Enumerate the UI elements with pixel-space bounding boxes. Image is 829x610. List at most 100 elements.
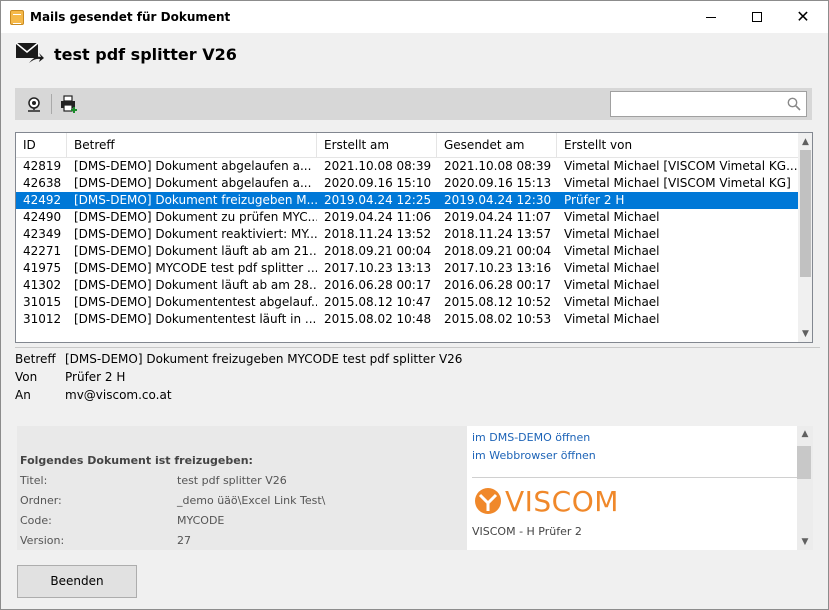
- table-cell: 42819: [23, 159, 62, 173]
- table-row[interactable]: 41302 [DMS-DEMO] Dokument läuft ab am 28.…: [16, 277, 798, 294]
- minimize-icon: [706, 16, 716, 18]
- table-cell: Vimetal Michael: [564, 210, 660, 224]
- table-cell: 42349: [23, 227, 62, 241]
- table-cell: 41975: [23, 261, 62, 275]
- search-icon: [787, 97, 801, 111]
- table-cell: 2015.08.12 10:47: [324, 295, 432, 309]
- table-row[interactable]: 42638 [DMS-DEMO] Dokument abgelaufen a...…: [16, 175, 798, 192]
- table-cell: Vimetal Michael [VISCOM Vimetal KG....: [564, 159, 798, 173]
- table-cell: Vimetal Michael: [564, 312, 660, 326]
- table-cell: Vimetal Michael: [564, 295, 660, 309]
- table-row[interactable]: 31012 [DMS-DEMO] Dokumententest läuft in …: [16, 311, 798, 328]
- preview-value-version: 27: [177, 534, 191, 547]
- table-cell: 2016.06.28 00:17: [324, 278, 432, 292]
- preview-scroll-thumb[interactable]: [797, 446, 811, 479]
- table-cell: 2016.06.28 00:17: [444, 278, 552, 292]
- table-cell: 2017.10.23 13:13: [324, 261, 432, 275]
- column-header-betreff[interactable]: Betreff: [67, 133, 317, 158]
- an-label: An: [15, 388, 31, 402]
- viscom-logo: VISCOM: [474, 484, 619, 518]
- table-row[interactable]: 31015 [DMS-DEMO] Dokumententest abgelauf.…: [16, 294, 798, 311]
- table-row[interactable]: 42819 [DMS-DEMO] Dokument abgelaufen a...…: [16, 158, 798, 175]
- table-cell: Vimetal Michael: [564, 244, 660, 258]
- preview-label-titel: Titel:: [20, 474, 48, 487]
- viscom-logo-icon: [475, 488, 501, 514]
- print-button[interactable]: [58, 93, 80, 115]
- table-cell: 2021.10.08 08:39: [444, 159, 552, 173]
- table-row[interactable]: 42271 [DMS-DEMO] Dokument läuft ab am 21.…: [16, 243, 798, 260]
- table-cell: [DMS-DEMO] Dokument zu prüfen MYC...: [74, 210, 317, 224]
- table-cell: [DMS-DEMO] Dokument reaktiviert: MY...: [74, 227, 317, 241]
- mail-preview: Folgendes Dokument ist freizugeben: Tite…: [17, 426, 813, 550]
- table-cell: 2015.08.02 10:48: [324, 312, 432, 326]
- preview-divider: [472, 477, 797, 478]
- table-body: 42819 [DMS-DEMO] Dokument abgelaufen a...…: [16, 158, 798, 328]
- table-cell: 2017.10.23 13:16: [444, 261, 552, 275]
- network-globe-icon: [28, 97, 40, 112]
- table-cell: [DMS-DEMO] Dokumententest abgelauf...: [74, 295, 317, 309]
- open-in-browser-link[interactable]: im Webbrowser öffnen: [472, 449, 596, 462]
- table-cell: [DMS-DEMO] Dokumententest läuft in ...: [74, 312, 317, 326]
- table-header: ID Betreff Erstellt am Gesendet am Erste…: [16, 133, 798, 158]
- preview-scroll-up-icon[interactable]: ▲: [797, 426, 813, 442]
- preview-scrollbar[interactable]: ▲ ▼: [797, 426, 813, 550]
- window-title: Mails gesendet für Dokument: [30, 10, 231, 24]
- preview-scroll-down-icon[interactable]: ▼: [797, 534, 813, 550]
- von-value: Prüfer 2 H: [65, 370, 126, 384]
- table-cell: [DMS-DEMO] Dokument freizugeben M...: [74, 193, 317, 207]
- table-cell: 42492: [23, 193, 62, 207]
- page-title: test pdf splitter V26: [54, 45, 237, 64]
- mails-window: Mails gesendet für Dokument ✕ test pdf s…: [0, 0, 829, 610]
- table-cell: [DMS-DEMO] Dokument abgelaufen a...: [74, 159, 312, 173]
- preview-actions: im DMS-DEMO öffnen im Webbrowser öffnen …: [467, 426, 797, 550]
- close-button[interactable]: Beenden: [17, 565, 137, 598]
- mail-table: ID Betreff Erstellt am Gesendet am Erste…: [15, 132, 813, 343]
- column-header-gesendet-am[interactable]: Gesendet am: [437, 133, 557, 158]
- table-scrollbar[interactable]: ▲ ▼: [798, 133, 812, 342]
- table-cell: [DMS-DEMO] Dokument läuft ab am 28...: [74, 278, 317, 292]
- logo-text: VISCOM: [505, 484, 619, 518]
- column-header-erstellt-am[interactable]: Erstellt am: [317, 133, 437, 158]
- preview-signature: VISCOM - H Prüfer 2: [472, 525, 582, 538]
- table-cell: 2015.08.12 10:52: [444, 295, 552, 309]
- table-cell: 2018.11.24 13:52: [324, 227, 432, 241]
- table-cell: 41302: [23, 278, 62, 292]
- table-cell: [DMS-DEMO] Dokument abgelaufen a...: [74, 176, 312, 190]
- search-input[interactable]: [610, 91, 807, 117]
- toolbar: [15, 88, 812, 120]
- column-header-erstellt-von[interactable]: Erstellt von: [557, 133, 798, 158]
- scroll-down-icon[interactable]: ▼: [798, 325, 812, 342]
- maximize-button[interactable]: [734, 1, 780, 33]
- table-row[interactable]: 42349 [DMS-DEMO] Dokument reaktiviert: MY…: [16, 226, 798, 243]
- maximize-icon: [752, 12, 762, 22]
- open-in-dms-link[interactable]: im DMS-DEMO öffnen: [472, 431, 590, 444]
- table-row[interactable]: 41975 [DMS-DEMO] MYCODE test pdf splitter…: [16, 260, 798, 277]
- preview-value-code: MYCODE: [177, 514, 225, 527]
- table-cell: 2019.04.24 12:30: [444, 193, 552, 207]
- scroll-up-icon[interactable]: ▲: [798, 133, 812, 150]
- scroll-thumb[interactable]: [800, 150, 811, 277]
- table-cell: 2019.04.24 11:07: [444, 210, 552, 224]
- title-bar: Mails gesendet für Dokument ✕: [1, 1, 828, 33]
- pane-splitter[interactable]: [15, 347, 820, 348]
- table-row[interactable]: 42490 [DMS-DEMO] Dokument zu prüfen MYC..…: [16, 209, 798, 226]
- network-button[interactable]: [23, 93, 45, 115]
- betreff-label: Betreff: [15, 352, 56, 366]
- minimize-button[interactable]: [688, 1, 734, 33]
- table-cell: 42638: [23, 176, 62, 190]
- table-cell: 2015.08.02 10:53: [444, 312, 552, 326]
- document-icon: [10, 10, 24, 25]
- table-cell: 2021.10.08 08:39: [324, 159, 432, 173]
- betreff-value: [DMS-DEMO] Dokument freizugeben MYCODE t…: [65, 352, 463, 366]
- preview-heading: Folgendes Dokument ist freizugeben:: [20, 454, 253, 467]
- table-cell: Vimetal Michael: [564, 227, 660, 241]
- column-header-id[interactable]: ID: [16, 133, 67, 158]
- preview-label-ordner: Ordner:: [20, 494, 62, 507]
- table-cell: 2018.11.24 13:57: [444, 227, 552, 241]
- printer-add-icon: [61, 95, 77, 113]
- preview-document-info: Folgendes Dokument ist freizugeben: Tite…: [17, 426, 463, 550]
- table-row[interactable]: 42492 [DMS-DEMO] Dokument freizugeben M..…: [16, 192, 798, 209]
- close-window-button[interactable]: ✕: [780, 1, 826, 33]
- table-cell: 2020.09.16 15:13: [444, 176, 552, 190]
- table-cell: 31015: [23, 295, 62, 309]
